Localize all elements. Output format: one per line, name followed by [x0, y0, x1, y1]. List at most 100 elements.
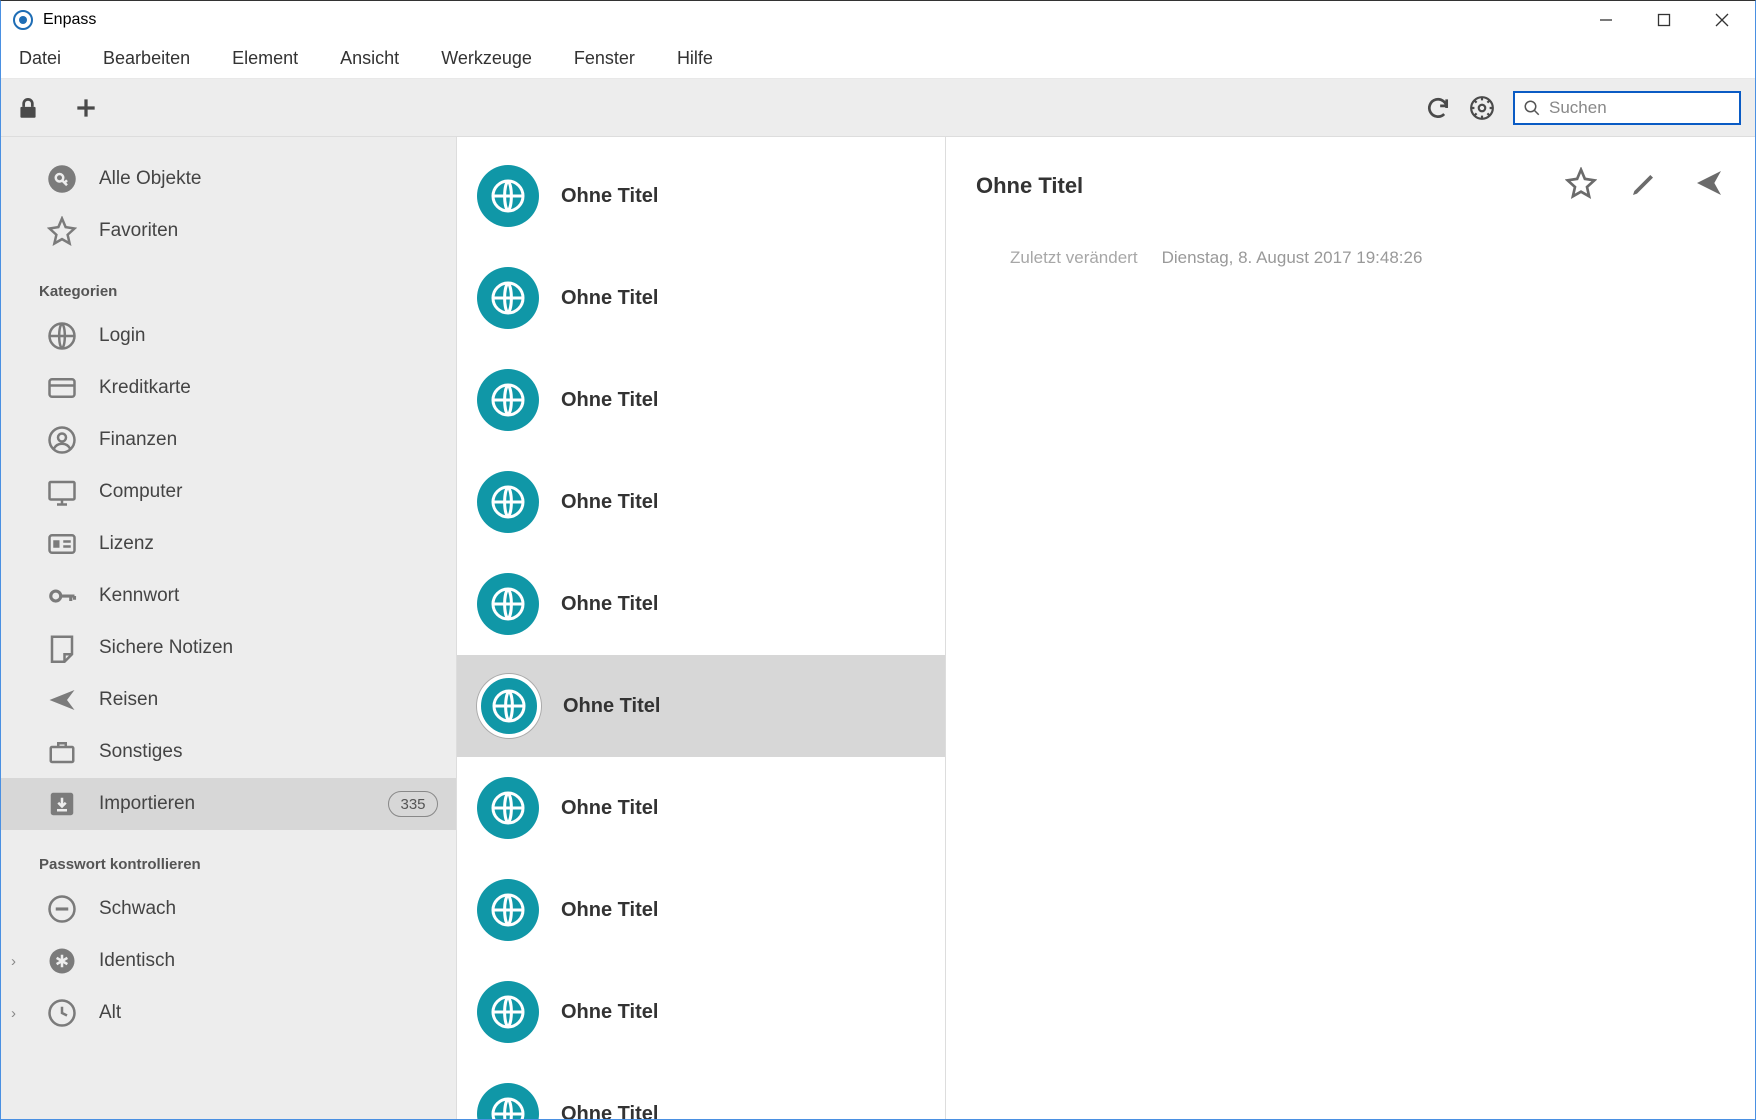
sidebar-item-label: Login — [99, 325, 438, 347]
clock-icon — [45, 996, 79, 1030]
sidebar-item-label: Finanzen — [99, 429, 438, 451]
settings-button[interactable] — [1469, 95, 1495, 121]
item-title: Ohne Titel — [561, 389, 658, 412]
globe-icon — [477, 879, 539, 941]
item-title: Ohne Titel — [561, 1103, 658, 1120]
sidebar-category-password[interactable]: Kennwort — [1, 570, 456, 622]
sidebar-top-all[interactable]: Alle Objekte — [1, 153, 456, 205]
expand-icon: › — [11, 1005, 16, 1022]
sidebar-audit-identical[interactable]: › Identisch — [1, 935, 456, 987]
globe-icon — [45, 319, 79, 353]
sidebar-category-creditcard[interactable]: Kreditkarte — [1, 362, 456, 414]
sidebar-category-notes[interactable]: Sichere Notizen — [1, 622, 456, 674]
audit-header: Passwort kontrollieren — [1, 830, 456, 883]
window-minimize-button[interactable] — [1577, 1, 1635, 39]
list-item[interactable]: Ohne Titel — [457, 655, 945, 757]
sidebar-item-label: Kreditkarte — [99, 377, 438, 399]
sidebar-category-misc[interactable]: Sonstiges — [1, 726, 456, 778]
detail-pane: Ohne Titel Zuletzt verändert Dienstag, 8… — [946, 137, 1755, 1119]
sidebar-item-label: Schwach — [99, 898, 438, 920]
sidebar-category-finance[interactable]: Finanzen — [1, 414, 456, 466]
sidebar-category-license[interactable]: Lizenz — [1, 518, 456, 570]
menu-datei[interactable]: Datei — [15, 44, 65, 73]
window-close-button[interactable] — [1693, 1, 1751, 39]
sidebar-category-import[interactable]: Importieren 335 — [1, 778, 456, 830]
item-title: Ohne Titel — [561, 1001, 658, 1024]
menu-hilfe[interactable]: Hilfe — [673, 44, 717, 73]
sidebar-audit-old[interactable]: › Alt — [1, 987, 456, 1039]
sidebar-category-login[interactable]: Login — [1, 310, 456, 362]
sidebar-item-label: Favoriten — [99, 220, 438, 242]
menu-bearbeiten[interactable]: Bearbeiten — [99, 44, 194, 73]
modified-value: Dienstag, 8. August 2017 19:48:26 — [1162, 248, 1423, 268]
asterisk-icon — [45, 944, 79, 978]
window-title: Enpass — [43, 11, 96, 29]
item-title: Ohne Titel — [561, 491, 658, 514]
list-item[interactable]: Ohne Titel — [457, 145, 945, 247]
briefcase-icon — [45, 735, 79, 769]
search-input[interactable] — [1549, 98, 1756, 118]
list-item[interactable]: Ohne Titel — [457, 349, 945, 451]
item-title: Ohne Titel — [561, 593, 658, 616]
monitor-icon — [45, 475, 79, 509]
list-item[interactable]: Ohne Titel — [457, 859, 945, 961]
globe-icon — [477, 1083, 539, 1119]
list-item[interactable]: Ohne Titel — [457, 451, 945, 553]
badge-count: 335 — [388, 791, 438, 817]
list-item[interactable]: Ohne Titel — [457, 1063, 945, 1119]
item-list: Ohne TitelOhne TitelOhne TitelOhne Titel… — [456, 137, 946, 1119]
sidebar-item-label: Sichere Notizen — [99, 637, 438, 659]
sidebar-item-label: Alt — [99, 1002, 438, 1024]
sidebar-category-travel[interactable]: Reisen — [1, 674, 456, 726]
edit-button[interactable] — [1629, 167, 1661, 204]
modified-label: Zuletzt verändert — [1010, 248, 1138, 268]
menu-element[interactable]: Element — [228, 44, 302, 73]
detail-title: Ohne Titel — [976, 173, 1565, 199]
star-icon — [45, 214, 79, 248]
license-icon — [45, 527, 79, 561]
lock-button[interactable] — [15, 95, 41, 121]
sidebar-audit-weak[interactable]: Schwach — [1, 883, 456, 935]
favorite-button[interactable] — [1565, 167, 1597, 204]
item-title: Ohne Titel — [561, 899, 658, 922]
menu-ansicht[interactable]: Ansicht — [336, 44, 403, 73]
add-button[interactable] — [73, 95, 99, 121]
globe-icon — [477, 573, 539, 635]
expand-icon: › — [11, 953, 16, 970]
toolbar — [1, 79, 1755, 137]
globe-icon — [477, 165, 539, 227]
sidebar-item-label: Alle Objekte — [99, 168, 438, 190]
item-title: Ohne Titel — [563, 695, 660, 718]
window-maximize-button[interactable] — [1635, 1, 1693, 39]
categories-header: Kategorien — [1, 257, 456, 310]
minus-icon — [45, 892, 79, 926]
item-title: Ohne Titel — [561, 797, 658, 820]
share-button[interactable] — [1693, 167, 1725, 204]
list-item[interactable]: Ohne Titel — [457, 553, 945, 655]
globe-icon — [477, 777, 539, 839]
sidebar-item-label: Lizenz — [99, 533, 438, 555]
card-icon — [45, 371, 79, 405]
sync-button[interactable] — [1425, 95, 1451, 121]
list-item[interactable]: Ohne Titel — [457, 247, 945, 349]
import-icon — [45, 787, 79, 821]
profile-icon — [45, 423, 79, 457]
sidebar: Alle Objekte Favoriten Kategorien Login Kred… — [1, 137, 456, 1119]
sidebar-category-computer[interactable]: Computer — [1, 466, 456, 518]
list-item[interactable]: Ohne Titel — [457, 757, 945, 859]
search-icon — [1523, 99, 1541, 117]
sidebar-item-label: Sonstiges — [99, 741, 438, 763]
search-box[interactable] — [1513, 91, 1741, 125]
menu-werkzeuge[interactable]: Werkzeuge — [437, 44, 536, 73]
menu-fenster[interactable]: Fenster — [570, 44, 639, 73]
sidebar-item-label: Identisch — [99, 950, 438, 972]
note-icon — [45, 631, 79, 665]
globe-icon — [477, 267, 539, 329]
app-icon — [13, 10, 33, 30]
sidebar-top-fav[interactable]: Favoriten — [1, 205, 456, 257]
list-item[interactable]: Ohne Titel — [457, 961, 945, 1063]
sidebar-item-label: Kennwort — [99, 585, 438, 607]
sidebar-item-label: Computer — [99, 481, 438, 503]
circle-key-icon — [45, 162, 79, 196]
sidebar-item-label: Importieren — [99, 793, 368, 815]
